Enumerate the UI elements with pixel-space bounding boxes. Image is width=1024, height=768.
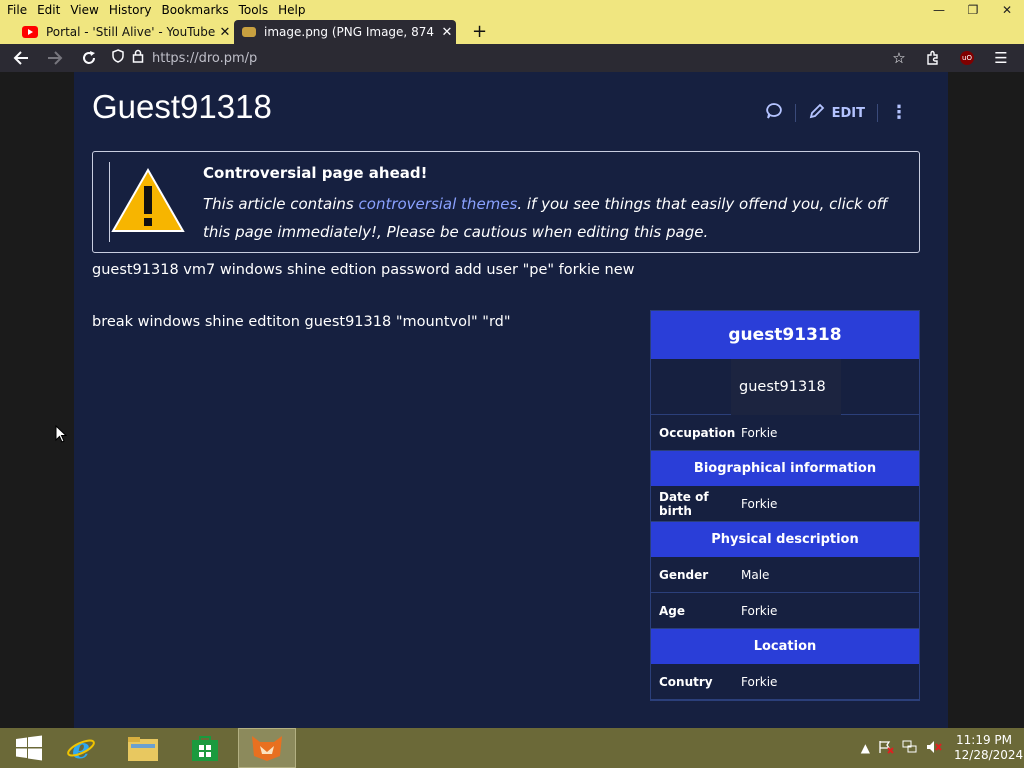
- infobox-row-country: Conutry Forkie: [651, 664, 919, 700]
- controversial-themes-link[interactable]: controversial themes: [359, 195, 518, 213]
- row-value: Forkie: [741, 674, 778, 689]
- hamburger-menu-icon[interactable]: ☰: [984, 44, 1018, 72]
- infobox-title: guest91318: [651, 311, 919, 359]
- menu-bar: File Edit View History Bookmarks Tools H…: [0, 0, 1024, 20]
- tab-image[interactable]: image.png (PNG Image, 874 × 6 ✕: [234, 20, 456, 44]
- file-explorer-icon[interactable]: [114, 728, 172, 768]
- pencil-icon: [808, 102, 826, 124]
- volume-muted-icon[interactable]: [926, 740, 942, 757]
- section-biographical: Biographical information: [651, 451, 919, 486]
- new-tab-button[interactable]: +: [472, 20, 487, 44]
- infobox-row-gender: Gender Male: [651, 557, 919, 593]
- url-bar[interactable]: https://dro.pm/p: [112, 44, 257, 72]
- forward-icon[interactable]: [38, 44, 72, 72]
- warning-title: Controversial page ahead!: [203, 164, 428, 182]
- clock[interactable]: 11:19 PM 12/28/2024: [954, 733, 1024, 763]
- article-tools: EDIT ⋮: [765, 102, 908, 124]
- action-center-flag-icon[interactable]: [878, 740, 894, 757]
- row-value: Forkie: [741, 603, 778, 618]
- controversial-warning: Controversial page ahead! This article c…: [92, 151, 920, 253]
- edit-label: EDIT: [831, 105, 865, 121]
- page-title: Guest91318: [92, 88, 272, 125]
- start-button[interactable]: [0, 728, 58, 768]
- window-controls: — ❐ ✕: [922, 0, 1024, 20]
- section-location: Location: [651, 629, 919, 664]
- article: Guest91318 EDIT ⋮ Controversial page ahe…: [74, 72, 948, 728]
- tab-title: image.png (PNG Image, 874 × 6: [264, 25, 438, 39]
- comment-icon[interactable]: [765, 102, 783, 124]
- tab-youtube[interactable]: Portal - 'Still Alive' - YouTube ✕: [14, 20, 234, 44]
- more-options-icon[interactable]: ⋮: [890, 104, 908, 122]
- menu: File Edit View History Bookmarks Tools H…: [0, 0, 311, 20]
- menu-tools[interactable]: Tools: [234, 0, 274, 20]
- row-value: Forkie: [741, 425, 778, 440]
- minimize-button[interactable]: —: [922, 0, 956, 20]
- reload-icon[interactable]: [72, 44, 106, 72]
- store-icon[interactable]: [176, 728, 234, 768]
- windows-logo-icon: [16, 735, 42, 761]
- menu-bookmarks[interactable]: Bookmarks: [157, 0, 234, 20]
- row-label: Age: [659, 603, 686, 618]
- row-label: Occupation: [659, 425, 736, 440]
- svg-text:e: e: [72, 733, 90, 763]
- menu-help[interactable]: Help: [273, 0, 310, 20]
- infobox-row-age: Age Forkie: [651, 593, 919, 629]
- infobox-row-occupation: Occupation Forkie: [651, 415, 919, 451]
- youtube-icon: [22, 26, 38, 38]
- extensions-icon[interactable]: [916, 44, 950, 72]
- restore-button[interactable]: ❐: [956, 0, 990, 20]
- row-label: Date of birth: [659, 489, 709, 518]
- warning-text: This article contains: [203, 195, 359, 213]
- taskbar: e ▲ 11:19 PM 12/28/2024: [0, 728, 1024, 768]
- tab-bar: Portal - 'Still Alive' - YouTube ✕ image…: [0, 20, 1024, 44]
- clock-date: 12/28/2024: [954, 748, 1024, 762]
- page-viewport: Guest91318 EDIT ⋮ Controversial page ahe…: [0, 72, 1024, 728]
- bookmark-star-icon[interactable]: ☆: [882, 44, 916, 72]
- network-icon[interactable]: [902, 740, 918, 757]
- navigation-bar: https://dro.pm/p ☆ uO ☰: [0, 44, 1024, 72]
- close-tab-icon[interactable]: ✕: [216, 25, 234, 40]
- warning-body: This article contains controversial them…: [203, 190, 903, 246]
- divider: [794, 104, 796, 122]
- menu-file[interactable]: File: [2, 0, 32, 20]
- paragraph: break windows shine edtiton guest91318 "…: [92, 314, 511, 330]
- row-label: Conutry: [659, 674, 713, 689]
- menu-history[interactable]: History: [104, 0, 157, 20]
- row-value: Male: [741, 567, 770, 582]
- divider: [877, 104, 878, 122]
- infobox-row-dob: Date of birth Forkie: [651, 486, 919, 522]
- tab-title: Portal - 'Still Alive' - YouTube: [46, 25, 216, 39]
- internet-explorer-icon[interactable]: e: [52, 728, 110, 768]
- edit-button[interactable]: EDIT: [808, 102, 865, 124]
- ublock-badge: uO: [960, 51, 974, 65]
- toolbar-right: ☆ uO ☰: [882, 44, 1018, 72]
- lock-icon[interactable]: [132, 49, 144, 67]
- infobox-image: guest91318: [651, 359, 919, 415]
- system-tray: ▲ 11:19 PM 12/28/2024: [857, 728, 1024, 768]
- close-tab-icon[interactable]: ✕: [438, 25, 456, 40]
- warning-bar: [109, 162, 110, 242]
- paragraph: guest91318 vm7 windows shine edtion pass…: [92, 262, 635, 278]
- url-text[interactable]: https://dro.pm/p: [152, 51, 257, 66]
- menu-edit[interactable]: Edit: [32, 0, 65, 20]
- image-icon: [242, 27, 256, 37]
- warning-icon: [111, 167, 185, 234]
- ublock-icon[interactable]: uO: [950, 44, 984, 72]
- clock-time: 11:19 PM: [956, 733, 1012, 747]
- back-icon[interactable]: [4, 44, 38, 72]
- close-window-button[interactable]: ✕: [990, 0, 1024, 20]
- mouse-cursor-icon: [55, 425, 67, 443]
- menu-view[interactable]: View: [65, 0, 103, 20]
- firefox-taskbar-icon[interactable]: [238, 728, 296, 768]
- section-physical: Physical description: [651, 522, 919, 557]
- infobox: guest91318 guest91318 Occupation Forkie …: [650, 310, 920, 701]
- infobox-caption: guest91318: [731, 359, 841, 415]
- show-hidden-icons-icon[interactable]: ▲: [861, 741, 870, 755]
- shield-icon[interactable]: [112, 49, 124, 67]
- row-value: Forkie: [741, 496, 778, 511]
- row-label: Gender: [659, 567, 709, 582]
